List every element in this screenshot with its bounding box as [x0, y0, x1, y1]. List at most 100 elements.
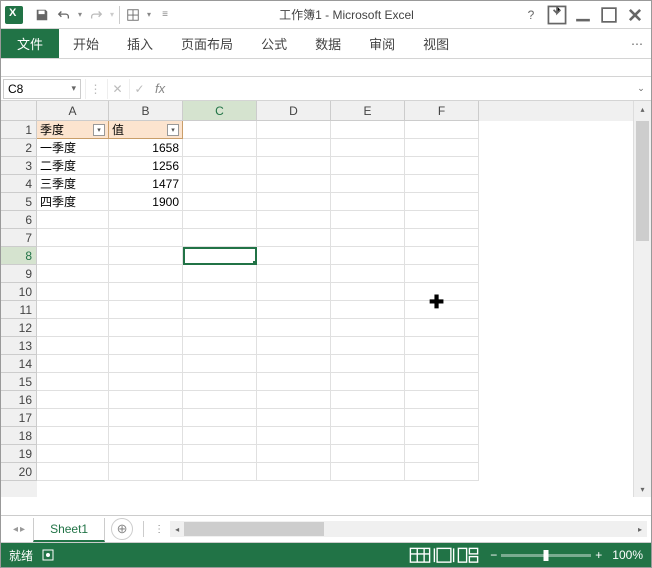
cell[interactable] [331, 463, 405, 481]
redo-icon[interactable] [85, 4, 107, 26]
undo-dropdown-icon[interactable]: ▾ [75, 4, 85, 26]
cell[interactable] [109, 355, 183, 373]
cell[interactable] [109, 337, 183, 355]
cell[interactable] [257, 139, 331, 157]
cell[interactable] [331, 247, 405, 265]
cell[interactable] [37, 373, 109, 391]
minimize-icon[interactable] [571, 5, 595, 25]
grid-icon[interactable] [122, 4, 144, 26]
cell[interactable] [183, 301, 257, 319]
row-header-12[interactable]: 12 [1, 319, 37, 337]
cell[interactable] [37, 391, 109, 409]
cell[interactable]: 值▾ [109, 121, 183, 139]
col-header-A[interactable]: A [37, 101, 109, 121]
cell[interactable] [331, 391, 405, 409]
cell[interactable] [37, 355, 109, 373]
cell[interactable] [183, 337, 257, 355]
cell[interactable] [183, 373, 257, 391]
cell[interactable]: 季度▾ [37, 121, 109, 139]
cell[interactable] [257, 283, 331, 301]
row-header-14[interactable]: 14 [1, 355, 37, 373]
cell[interactable]: 四季度 [37, 193, 109, 211]
row-header-5[interactable]: 5 [1, 193, 37, 211]
row-header-13[interactable]: 13 [1, 337, 37, 355]
cell[interactable] [109, 283, 183, 301]
close-icon[interactable] [623, 5, 647, 25]
cell[interactable] [405, 337, 479, 355]
cell[interactable] [257, 193, 331, 211]
row-header-15[interactable]: 15 [1, 373, 37, 391]
cell[interactable] [37, 283, 109, 301]
maximize-icon[interactable] [597, 5, 621, 25]
cell[interactable] [405, 229, 479, 247]
cell[interactable] [405, 265, 479, 283]
row-header-18[interactable]: 18 [1, 427, 37, 445]
col-header-F[interactable]: F [405, 101, 479, 121]
cell[interactable] [405, 139, 479, 157]
cell[interactable] [331, 373, 405, 391]
cell[interactable] [37, 301, 109, 319]
zoom-in-icon[interactable]: + [595, 548, 602, 562]
cell[interactable] [37, 319, 109, 337]
add-sheet-icon[interactable]: ⊕ [111, 518, 133, 540]
cell[interactable] [37, 409, 109, 427]
cell[interactable] [109, 373, 183, 391]
col-header-B[interactable]: B [109, 101, 183, 121]
row-header-7[interactable]: 7 [1, 229, 37, 247]
cell[interactable] [405, 373, 479, 391]
cell[interactable] [331, 193, 405, 211]
cell[interactable] [183, 211, 257, 229]
cell[interactable]: 1658 [109, 139, 183, 157]
cell[interactable] [257, 391, 331, 409]
cell[interactable] [37, 265, 109, 283]
cell[interactable] [405, 211, 479, 229]
tab-data[interactable]: 数据 [301, 29, 355, 58]
cell[interactable] [183, 247, 257, 265]
enter-icon[interactable]: ✓ [129, 79, 149, 99]
cell[interactable] [257, 355, 331, 373]
ribbon-options-icon[interactable] [545, 5, 569, 25]
cell[interactable] [405, 193, 479, 211]
hscroll-grip-icon[interactable]: ⋮ [154, 524, 164, 535]
cell[interactable] [405, 301, 479, 319]
cell[interactable] [109, 211, 183, 229]
vscroll-thumb[interactable] [636, 121, 649, 241]
hscroll-thumb[interactable] [184, 522, 324, 536]
cell[interactable] [405, 283, 479, 301]
tab-review[interactable]: 审阅 [355, 29, 409, 58]
row-header-16[interactable]: 16 [1, 391, 37, 409]
cell[interactable] [257, 247, 331, 265]
row-header-8[interactable]: 8 [1, 247, 37, 265]
cell[interactable] [109, 463, 183, 481]
cell[interactable] [257, 229, 331, 247]
help-icon[interactable]: ? [519, 5, 543, 25]
save-icon[interactable] [31, 4, 53, 26]
tab-layout[interactable]: 页面布局 [167, 29, 247, 58]
cell[interactable] [331, 121, 405, 139]
tab-formulas[interactable]: 公式 [247, 29, 301, 58]
formula-expand-icon[interactable]: ⌄ [633, 83, 649, 94]
name-box-input[interactable] [8, 82, 64, 96]
zoom-slider[interactable] [501, 554, 591, 557]
cell[interactable]: 二季度 [37, 157, 109, 175]
filter-dropdown-icon[interactable]: ▾ [167, 124, 179, 136]
select-all-corner[interactable] [1, 101, 37, 121]
cell[interactable]: 三季度 [37, 175, 109, 193]
cell[interactable] [405, 427, 479, 445]
grid-dropdown-icon[interactable]: ▾ [144, 4, 154, 26]
cell[interactable] [37, 427, 109, 445]
cell[interactable] [257, 157, 331, 175]
cell[interactable] [37, 229, 109, 247]
cell[interactable] [109, 229, 183, 247]
row-header-6[interactable]: 6 [1, 211, 37, 229]
cell[interactable] [109, 427, 183, 445]
file-tab[interactable]: 文件 [1, 29, 59, 58]
cell[interactable] [37, 211, 109, 229]
row-header-1[interactable]: 1 [1, 121, 37, 139]
cell[interactable] [331, 337, 405, 355]
qat-customize-icon[interactable]: ≡ [154, 4, 176, 26]
page-layout-view-icon[interactable] [433, 546, 455, 564]
cell[interactable] [109, 301, 183, 319]
cell[interactable] [331, 175, 405, 193]
zoom-control[interactable]: − + 100% [490, 548, 643, 562]
